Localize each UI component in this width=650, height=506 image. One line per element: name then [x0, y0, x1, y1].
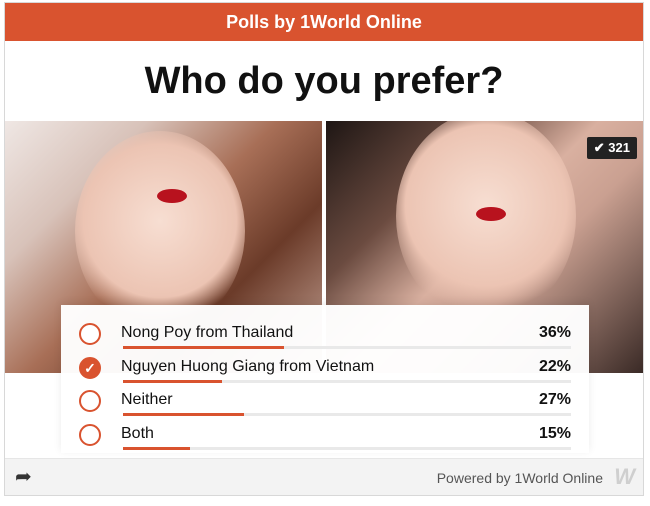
- result-bar-track: [123, 413, 571, 416]
- powered-by-link[interactable]: Powered by 1World Online: [437, 470, 603, 486]
- radio-icon[interactable]: [79, 424, 101, 446]
- poll-widget: Polls by 1World Online Who do you prefer…: [4, 2, 644, 496]
- option-percent: 36%: [538, 324, 571, 341]
- option-label: Neither: [121, 391, 173, 408]
- radio-icon[interactable]: [79, 390, 101, 412]
- option-label: Both: [121, 425, 154, 442]
- option-percent: 27%: [538, 391, 571, 408]
- result-bar-fill: [123, 447, 191, 450]
- poll-options: Nong Poy from Thailand 36% ✓ Nguyen Huon…: [61, 305, 589, 453]
- option-label: Nguyen Huong Giang from Vietnam: [121, 358, 375, 375]
- poll-option-1[interactable]: Nong Poy from Thailand 36%: [61, 317, 589, 350]
- poll-question: Who do you prefer?: [144, 60, 504, 102]
- result-bar-track: [123, 380, 571, 383]
- poll-option-3[interactable]: Neither 27%: [61, 384, 589, 417]
- option-percent: 22%: [538, 358, 571, 375]
- poll-header: Polls by 1World Online: [5, 3, 643, 41]
- result-bar-track: [123, 346, 571, 349]
- option-label: Nong Poy from Thailand: [121, 324, 294, 341]
- result-bar-track: [123, 447, 571, 450]
- poll-option-2[interactable]: ✓ Nguyen Huong Giang from Vietnam 22%: [61, 351, 589, 384]
- brand-logo-icon: W: [614, 464, 635, 489]
- share-arrow-icon[interactable]: ➦: [15, 467, 32, 487]
- radio-icon[interactable]: [79, 323, 101, 345]
- result-bar-fill: [123, 380, 222, 383]
- poll-option-4[interactable]: Both 15%: [61, 418, 589, 451]
- checkmark-radio-icon[interactable]: ✓: [79, 357, 101, 379]
- option-percent: 15%: [538, 425, 571, 442]
- result-bar-fill: [123, 413, 244, 416]
- result-bar-fill: [123, 346, 285, 349]
- poll-footer: ➦ Powered by 1World Online W: [5, 458, 643, 495]
- vote-count-badge: ✔ 321: [586, 137, 637, 159]
